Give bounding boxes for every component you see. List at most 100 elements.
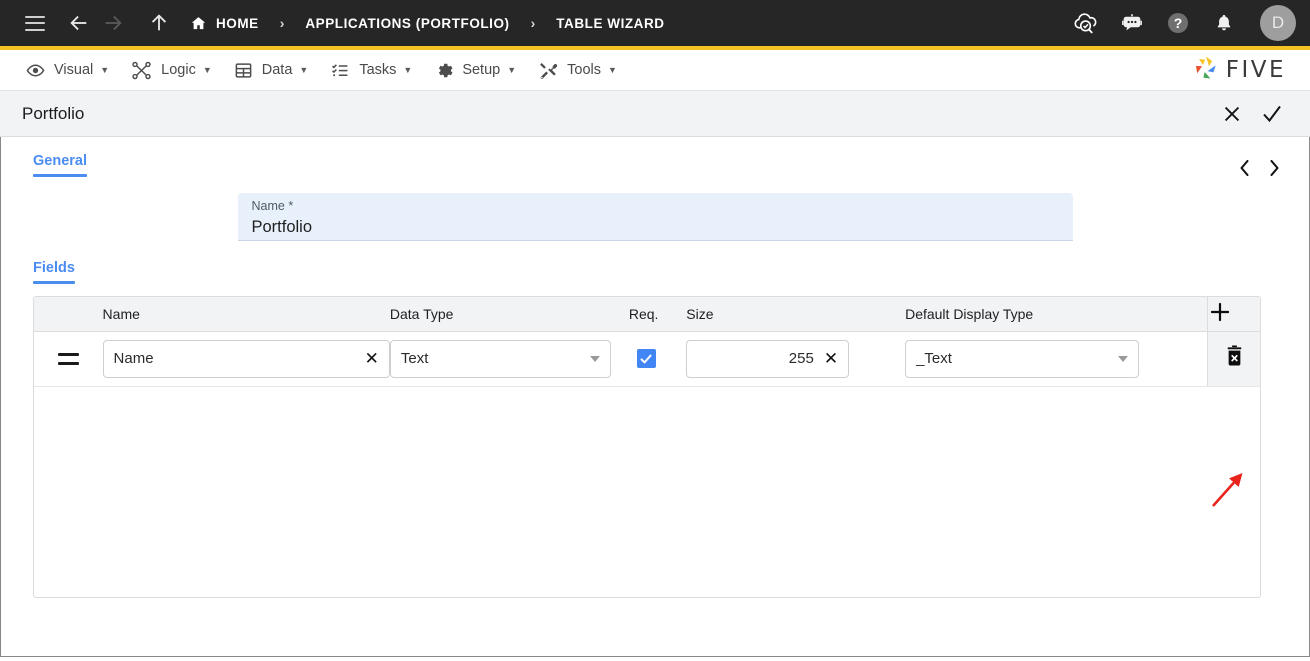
checklist-icon bbox=[330, 61, 350, 80]
menu-label-setup: Setup bbox=[462, 62, 501, 78]
chevron-down-icon bbox=[589, 355, 600, 362]
add-field-button[interactable] bbox=[1207, 297, 1260, 332]
eye-icon bbox=[26, 61, 45, 80]
up-arrow-icon[interactable] bbox=[142, 6, 176, 40]
tools-icon bbox=[538, 61, 558, 80]
chevron-down-icon: ▼ bbox=[202, 64, 212, 75]
breadcrumb-separator: › bbox=[279, 15, 285, 31]
chevron-down-icon: ▼ bbox=[403, 64, 413, 75]
breadcrumb-label-applications: APPLICATIONS (PORTFOLIO) bbox=[305, 15, 510, 31]
fields-tab-row: Fields bbox=[1, 241, 1309, 284]
menu-item-tools[interactable]: Tools ▼ bbox=[532, 50, 633, 90]
row-default-display-type-cell: _Text bbox=[905, 331, 1208, 387]
tab-fields[interactable]: Fields bbox=[33, 260, 75, 284]
tab-general[interactable]: General bbox=[33, 153, 87, 177]
name-input[interactable]: Name * Portfolio bbox=[237, 193, 1073, 241]
row-size-cell: 255 ✕ bbox=[686, 331, 906, 387]
menu-item-data[interactable]: Data ▼ bbox=[228, 50, 325, 90]
confirm-check-icon[interactable] bbox=[1252, 94, 1292, 134]
svg-text:?: ? bbox=[1174, 15, 1183, 31]
five-logo-mark bbox=[1192, 54, 1220, 87]
menu-item-visual[interactable]: Visual ▼ bbox=[20, 50, 125, 90]
column-header-name: Name bbox=[102, 297, 390, 332]
menu-label-data: Data bbox=[261, 62, 293, 78]
menu-item-logic[interactable]: Logic ▼ bbox=[125, 50, 228, 90]
gear-icon bbox=[434, 61, 453, 80]
name-input-label: Name * bbox=[251, 199, 294, 213]
chevron-down-icon: ▼ bbox=[507, 64, 517, 75]
trash-icon bbox=[1224, 345, 1245, 367]
default-display-type-select[interactable]: _Text bbox=[905, 339, 1140, 378]
topbar-right-group: ? D bbox=[1072, 5, 1296, 41]
menu-item-setup[interactable]: Setup ▼ bbox=[428, 50, 532, 90]
chevron-down-icon: ▼ bbox=[608, 64, 617, 75]
breadcrumb-item-table-wizard[interactable]: TABLE WIZARD bbox=[556, 16, 664, 31]
five-brand-logo: FIVE bbox=[1192, 54, 1300, 87]
clear-size-icon[interactable]: ✕ bbox=[820, 350, 838, 367]
fields-table: Name Data Type Req. Size Default Display… bbox=[33, 296, 1261, 598]
default-display-type-value: _Text bbox=[916, 350, 952, 367]
back-arrow-icon[interactable] bbox=[62, 6, 96, 40]
menu-label-tasks: Tasks bbox=[359, 62, 397, 78]
help-icon[interactable]: ? bbox=[1164, 9, 1192, 37]
home-icon bbox=[190, 15, 207, 32]
chevron-down-icon: ▼ bbox=[299, 64, 309, 75]
delete-field-button[interactable] bbox=[1207, 331, 1260, 387]
top-navigation-bar: HOME › APPLICATIONS (PORTFOLIO) › TABLE … bbox=[0, 0, 1310, 46]
breadcrumb-item-home[interactable]: HOME bbox=[190, 15, 259, 32]
forward-arrow-icon bbox=[96, 6, 130, 40]
breadcrumb-item-applications[interactable]: APPLICATIONS (PORTFOLIO) bbox=[305, 16, 509, 31]
column-header-required: Req. bbox=[628, 297, 687, 332]
breadcrumb-label-table-wizard: TABLE WIZARD bbox=[556, 15, 665, 31]
table-wizard-window: HOME › APPLICATIONS (PORTFOLIO) › TABLE … bbox=[0, 0, 1310, 661]
user-avatar[interactable]: D bbox=[1260, 5, 1296, 41]
name-field-row: Name * Portfolio bbox=[1, 183, 1309, 241]
breadcrumb: HOME › APPLICATIONS (PORTFOLIO) › TABLE … bbox=[190, 15, 665, 32]
table-row: Name ✕ Text 255 ✕ _Text bbox=[34, 331, 1260, 387]
general-tab-row: General bbox=[1, 137, 1309, 183]
name-input-value: Portfolio bbox=[251, 218, 313, 236]
page-title: Portfolio bbox=[22, 103, 85, 123]
menu-label-visual: Visual bbox=[54, 62, 94, 78]
field-size-value: 255 bbox=[788, 350, 814, 367]
clear-name-icon[interactable]: ✕ bbox=[361, 350, 379, 367]
notifications-bell-icon[interactable] bbox=[1210, 9, 1238, 37]
row-required-cell bbox=[628, 331, 687, 387]
page-title-bar: Portfolio bbox=[0, 91, 1310, 137]
menu-item-tasks[interactable]: Tasks ▼ bbox=[324, 50, 428, 90]
five-logo-text: FIVE bbox=[1225, 57, 1286, 83]
table-icon bbox=[234, 61, 253, 80]
plus-icon bbox=[1208, 300, 1232, 328]
field-name-input[interactable]: Name ✕ bbox=[102, 339, 390, 378]
logic-nodes-icon bbox=[131, 61, 152, 80]
fields-table-header-row: Name Data Type Req. Size Default Display… bbox=[34, 297, 1260, 332]
prev-record-chevron-left-icon[interactable] bbox=[1229, 153, 1259, 183]
column-header-data-type: Data Type bbox=[389, 297, 629, 332]
menu-label-logic: Logic bbox=[161, 62, 196, 78]
robot-chat-icon[interactable] bbox=[1118, 9, 1146, 37]
data-type-value: Text bbox=[400, 350, 429, 367]
row-data-type-cell: Text bbox=[389, 331, 629, 387]
field-name-value: Name bbox=[113, 350, 154, 367]
drag-handle-icon[interactable] bbox=[34, 352, 103, 365]
column-header-handle bbox=[34, 297, 103, 332]
column-header-size: Size bbox=[686, 297, 906, 332]
main-menu-bar: Visual ▼ Logic ▼ Data ▼ Tasks ▼ Setup ▼ … bbox=[0, 50, 1310, 91]
wizard-content-area: General Name * Portfolio Fields Name Dat… bbox=[0, 137, 1310, 657]
column-header-default-display-type: Default Display Type bbox=[905, 297, 1208, 332]
topbar-left-group: HOME › APPLICATIONS (PORTFOLIO) › TABLE … bbox=[18, 6, 1072, 40]
breadcrumb-label-home: HOME bbox=[216, 15, 259, 31]
menu-label-tools: Tools bbox=[567, 62, 601, 78]
data-type-select[interactable]: Text bbox=[389, 339, 611, 378]
cloud-check-icon[interactable] bbox=[1072, 9, 1100, 37]
row-drag-handle-cell[interactable] bbox=[34, 331, 103, 387]
breadcrumb-separator: › bbox=[530, 15, 536, 31]
hamburger-menu-icon[interactable] bbox=[18, 6, 52, 40]
close-icon[interactable] bbox=[1212, 94, 1252, 134]
field-size-input[interactable]: 255 ✕ bbox=[686, 339, 850, 378]
required-checkbox[interactable] bbox=[636, 349, 656, 368]
row-name-cell: Name ✕ bbox=[102, 331, 390, 387]
next-record-chevron-right-icon[interactable] bbox=[1259, 153, 1289, 183]
chevron-down-icon: ▼ bbox=[100, 64, 110, 75]
chevron-down-icon bbox=[1118, 355, 1129, 362]
